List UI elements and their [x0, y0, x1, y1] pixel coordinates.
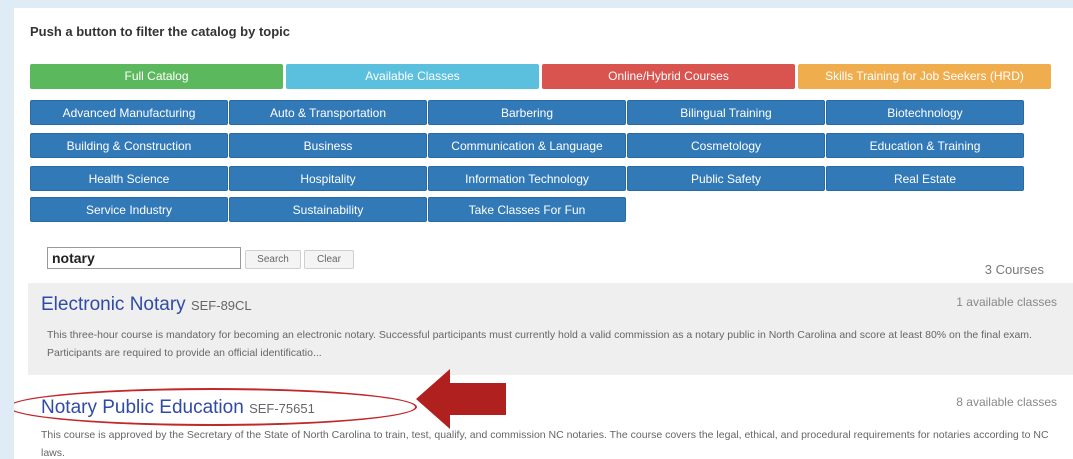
- available-classes-button[interactable]: Available Classes: [286, 64, 539, 89]
- result-title[interactable]: Electronic Notary: [41, 294, 186, 315]
- result-code: SEF-89CL: [190, 298, 252, 313]
- topic-real-estate[interactable]: Real Estate: [826, 166, 1024, 191]
- topic-building-construction[interactable]: Building & Construction: [30, 133, 228, 158]
- full-catalog-button[interactable]: Full Catalog: [30, 64, 283, 89]
- topic-barbering[interactable]: Barbering: [428, 100, 626, 125]
- highlight-oval: [14, 388, 417, 426]
- topic-take-classes-for-fun[interactable]: Take Classes For Fun: [428, 197, 626, 222]
- result-availability: 8 available classes: [956, 395, 1057, 409]
- online-hybrid-button[interactable]: Online/Hybrid Courses: [542, 64, 795, 89]
- topic-communication-language[interactable]: Communication & Language: [428, 133, 626, 158]
- topic-auto-transportation[interactable]: Auto & Transportation: [229, 100, 427, 125]
- catalog-panel: Push a button to filter the catalog by t…: [14, 8, 1073, 459]
- topic-sustainability[interactable]: Sustainability: [229, 197, 427, 222]
- topic-education-training[interactable]: Education & Training: [826, 133, 1024, 158]
- topic-bilingual-training[interactable]: Bilingual Training: [627, 100, 825, 125]
- topic-service-industry[interactable]: Service Industry: [30, 197, 228, 222]
- topic-hospitality[interactable]: Hospitality: [229, 166, 427, 191]
- clear-button[interactable]: Clear: [304, 250, 354, 269]
- topic-information-technology[interactable]: Information Technology: [428, 166, 626, 191]
- search-button[interactable]: Search: [245, 250, 301, 269]
- result-title-link[interactable]: Electronic Notary SEF-89CL: [41, 294, 252, 316]
- filter-heading: Push a button to filter the catalog by t…: [30, 24, 291, 39]
- topic-business[interactable]: Business: [229, 133, 427, 158]
- result-availability: 1 available classes: [956, 295, 1057, 309]
- topic-cosmetology[interactable]: Cosmetology: [627, 133, 825, 158]
- left-arrow-icon: [416, 369, 506, 429]
- search-input[interactable]: [47, 247, 241, 269]
- result-description: This course is approved by the Secretary…: [41, 429, 1049, 459]
- topic-advanced-manufacturing[interactable]: Advanced Manufacturing: [30, 100, 228, 125]
- topic-public-safety[interactable]: Public Safety: [627, 166, 825, 191]
- topic-health-science[interactable]: Health Science: [30, 166, 228, 191]
- result-description: This three-hour course is mandatory for …: [47, 329, 1032, 359]
- topic-biotechnology[interactable]: Biotechnology: [826, 100, 1024, 125]
- course-count: 3 Courses: [984, 262, 1044, 277]
- skills-training-button[interactable]: Skills Training for Job Seekers (HRD): [798, 64, 1051, 89]
